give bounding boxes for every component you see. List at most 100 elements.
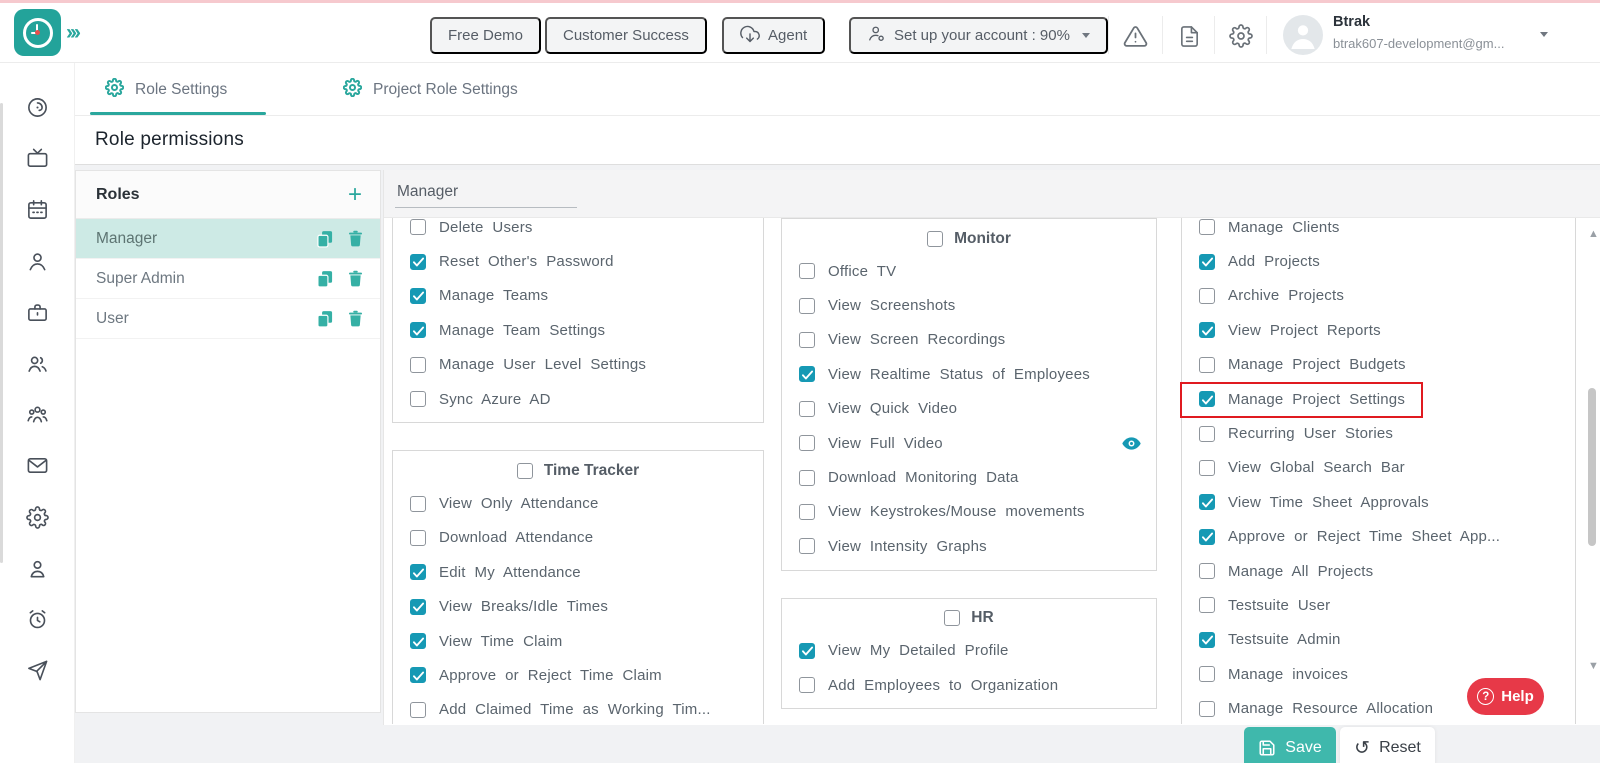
briefcase-icon[interactable] [26, 301, 50, 325]
mail-icon[interactable] [26, 454, 50, 478]
checkbox[interactable] [1199, 529, 1215, 545]
checkbox[interactable] [410, 288, 426, 304]
sidebar-scrollbar[interactable] [0, 103, 3, 563]
users-icon[interactable] [26, 352, 50, 376]
avatar[interactable] [1283, 15, 1323, 55]
copy-role-icon[interactable] [314, 268, 336, 290]
checkbox[interactable] [410, 357, 426, 373]
sidebar-expand-icon[interactable]: ››› [66, 21, 78, 45]
permission-item[interactable]: Add Claimed Time as Working Tim... [393, 693, 763, 724]
permission-item[interactable]: View Global Search Bar [1182, 451, 1575, 485]
save-button[interactable]: Save [1244, 727, 1336, 763]
permission-item[interactable]: Approve or Reject Time Claim [393, 658, 763, 692]
checkbox[interactable] [1199, 357, 1215, 373]
checkbox[interactable] [799, 263, 815, 279]
role-name-input[interactable] [395, 179, 577, 208]
permission-item[interactable]: Manage Project Budgets [1182, 348, 1575, 382]
checkbox[interactable] [799, 677, 815, 693]
checkbox[interactable] [410, 599, 426, 615]
checkbox[interactable] [1199, 322, 1215, 338]
permission-item[interactable]: Sync Azure AD [393, 382, 763, 416]
checkbox[interactable] [1199, 666, 1215, 682]
checkbox[interactable] [410, 633, 426, 649]
reset-button[interactable]: ↺ Reset [1340, 727, 1435, 763]
vertical-scrollbar[interactable] [1588, 388, 1596, 546]
checkbox[interactable] [944, 610, 960, 626]
permission-item[interactable]: View Quick Video [782, 392, 1156, 426]
permission-item[interactable]: Manage All Projects [1182, 554, 1575, 588]
checkbox[interactable] [799, 401, 815, 417]
checkbox[interactable] [799, 366, 815, 382]
scroll-down-arrow[interactable]: ▼ [1588, 660, 1598, 670]
permission-item[interactable]: Testsuite Admin [1182, 623, 1575, 657]
delete-role-icon[interactable] [344, 268, 366, 290]
permission-item[interactable]: Manage Teams [393, 279, 763, 313]
delete-role-icon[interactable] [344, 228, 366, 250]
checkbox[interactable] [799, 504, 815, 520]
permission-group-header[interactable]: HR [782, 603, 1156, 634]
checkbox[interactable] [410, 702, 426, 718]
dashboard-icon[interactable] [26, 96, 50, 120]
permission-item[interactable]: Office TV [782, 254, 1156, 288]
permission-item[interactable]: Manage Clients [1182, 218, 1575, 244]
permission-item[interactable]: View Breaks/Idle Times [393, 590, 763, 624]
agent-button[interactable]: Agent [722, 17, 825, 54]
checkbox[interactable] [1199, 632, 1215, 648]
checkbox[interactable] [410, 219, 426, 235]
setup-account-button[interactable]: Set up your account : 90% [849, 17, 1108, 54]
tv-icon[interactable] [26, 147, 50, 171]
user-badge-icon[interactable] [26, 557, 50, 581]
checkbox[interactable] [1199, 460, 1215, 476]
role-row-user[interactable]: User [76, 299, 380, 339]
alarm-clock-icon[interactable] [26, 608, 50, 632]
permission-item[interactable]: Testsuite User [1182, 588, 1575, 622]
permission-item[interactable]: Approve or Reject Time Sheet App... [1182, 520, 1575, 554]
team-icon[interactable] [26, 403, 50, 427]
checkbox[interactable] [799, 470, 815, 486]
permission-item[interactable]: Download Monitoring Data [782, 460, 1156, 494]
checkbox[interactable] [1199, 563, 1215, 579]
checkbox[interactable] [410, 254, 426, 270]
app-logo[interactable] [14, 9, 61, 56]
permission-item[interactable]: Add Employees to Organization [782, 668, 1156, 702]
permission-item[interactable]: View Project Reports [1182, 313, 1575, 347]
permission-item[interactable]: View Screen Recordings [782, 323, 1156, 357]
checkbox[interactable] [799, 298, 815, 314]
permission-item[interactable]: View Intensity Graphs [782, 529, 1156, 563]
permission-item[interactable]: Download Attendance [393, 521, 763, 555]
checkbox[interactable] [410, 530, 426, 546]
checkbox[interactable] [799, 538, 815, 554]
copy-role-icon[interactable] [314, 228, 336, 250]
delete-role-icon[interactable] [344, 308, 366, 330]
checkbox[interactable] [410, 564, 426, 580]
checkbox[interactable] [410, 496, 426, 512]
permission-item[interactable]: View Keystrokes/Mouse movements [782, 495, 1156, 529]
warning-icon[interactable] [1122, 23, 1148, 49]
send-icon[interactable] [26, 659, 50, 683]
copy-role-icon[interactable] [314, 308, 336, 330]
checkbox[interactable] [410, 667, 426, 683]
add-role-button[interactable]: + [348, 185, 362, 205]
permission-item[interactable]: Manage Team Settings [393, 313, 763, 347]
role-row-super-admin[interactable]: Super Admin [76, 259, 380, 299]
user-icon[interactable] [26, 250, 50, 274]
permission-item[interactable]: View Time Claim [393, 624, 763, 658]
permission-group-header[interactable]: Monitor [782, 223, 1156, 254]
permission-item[interactable]: View Full Video [782, 426, 1156, 460]
checkbox[interactable] [927, 231, 943, 247]
checkbox[interactable] [1199, 701, 1215, 717]
permission-item[interactable]: Manage User Level Settings [393, 348, 763, 382]
checkbox[interactable] [517, 463, 533, 479]
eye-icon[interactable] [1121, 433, 1142, 454]
tab-project-role-settings[interactable]: Project Role Settings [343, 63, 518, 116]
permission-item[interactable]: View Time Sheet Approvals [1182, 485, 1575, 519]
checkbox[interactable] [1199, 219, 1215, 235]
permission-item[interactable]: View Realtime Status of Employees [782, 357, 1156, 391]
checkbox[interactable] [1199, 426, 1215, 442]
help-button[interactable]: ? Help [1467, 678, 1544, 715]
customer-success-button[interactable]: Customer Success [545, 17, 707, 54]
tab-role-settings[interactable]: Role Settings [105, 63, 227, 116]
role-row-manager[interactable]: Manager [76, 219, 380, 259]
permission-item[interactable]: Add Projects [1182, 244, 1575, 278]
permission-item[interactable]: View Only Attendance [393, 486, 763, 520]
